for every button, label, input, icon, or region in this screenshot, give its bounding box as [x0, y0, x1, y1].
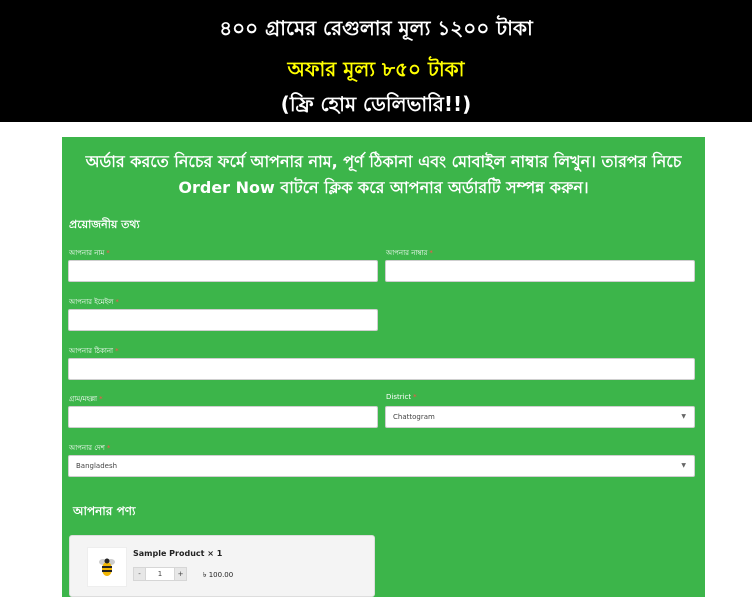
- section-title-required-info: প্রয়োজনীয় তথ্য: [69, 218, 140, 231]
- name-input[interactable]: [68, 260, 378, 282]
- chevron-down-icon: ▼: [681, 413, 686, 420]
- village-input[interactable]: [68, 406, 378, 428]
- village-label-text: গ্রাম/মহল্লা: [69, 395, 98, 403]
- chevron-down-icon: ▼: [681, 462, 686, 469]
- address-input[interactable]: [68, 358, 695, 380]
- offer-price-text: অফার মূল্য ৮৫০ টাকা: [287, 57, 465, 81]
- email-label-text: আপনার ইমেইল: [69, 298, 114, 306]
- product-thumbnail: [87, 547, 127, 587]
- country-selected-value: Bangladesh: [76, 462, 118, 470]
- district-select[interactable]: Chattogram ▼: [385, 406, 695, 428]
- products-title: আপনার পণ্য: [73, 504, 136, 518]
- email-input[interactable]: [68, 309, 378, 331]
- email-label: আপনার ইমেইল *: [69, 296, 119, 308]
- required-mark: *: [106, 249, 110, 257]
- product-name: Sample Product × 1: [133, 549, 223, 558]
- required-mark: *: [99, 395, 103, 403]
- order-form-panel: অর্ডার করতে নিচের ফর্মে আপনার নাম, পূর্ণ…: [62, 137, 705, 597]
- form-instructions: অর্ডার করতে নিচের ফর্মে আপনার নাম, পূর্ণ…: [85, 152, 682, 197]
- required-mark: *: [106, 444, 111, 452]
- required-mark: *: [115, 347, 119, 355]
- district-selected-value: Chattogram: [393, 413, 435, 421]
- district-label-text: District: [386, 393, 412, 401]
- country-label-text: আপনার দেশ: [69, 444, 105, 452]
- name-label-text: আপনার নাম: [69, 249, 105, 257]
- address-label: আপনার ঠিকানা *: [69, 345, 119, 357]
- phone-label: আপনার নাম্বার *: [386, 247, 433, 259]
- name-label: আপনার নাম *: [69, 247, 110, 259]
- regular-price-text: ৪০০ গ্রামের রেগুলার মূল্য ১২০০ টাকা: [219, 16, 533, 40]
- required-mark: *: [429, 249, 433, 257]
- promo-banner: ৪০০ গ্রামের রেগুলার মূল্য ১২০০ টাকা অফার…: [0, 0, 752, 122]
- phone-input[interactable]: [385, 260, 695, 282]
- required-mark: *: [413, 393, 417, 401]
- bee-logo-icon: [99, 558, 115, 576]
- product-price: ৳ 100.00: [203, 571, 234, 579]
- address-label-text: আপনার ঠিকানা: [69, 347, 114, 355]
- qty-increase-button[interactable]: +: [174, 567, 187, 581]
- free-delivery-text: (ফ্রি হোম ডেলিভারি!!): [280, 92, 472, 116]
- quantity-stepper: - 1 +: [133, 567, 187, 581]
- village-label: গ্রাম/মহল্লা *: [69, 393, 103, 405]
- product-card: Sample Product × 1 - 1 + ৳ 100.00: [69, 535, 375, 597]
- phone-label-text: আপনার নাম্বার: [386, 249, 428, 257]
- district-label: District *: [386, 393, 417, 401]
- qty-value[interactable]: 1: [146, 567, 174, 581]
- qty-decrease-button[interactable]: -: [133, 567, 146, 581]
- required-mark: *: [115, 298, 119, 306]
- country-select[interactable]: Bangladesh ▼: [68, 455, 695, 477]
- country-label: আপনার দেশ *: [69, 442, 110, 454]
